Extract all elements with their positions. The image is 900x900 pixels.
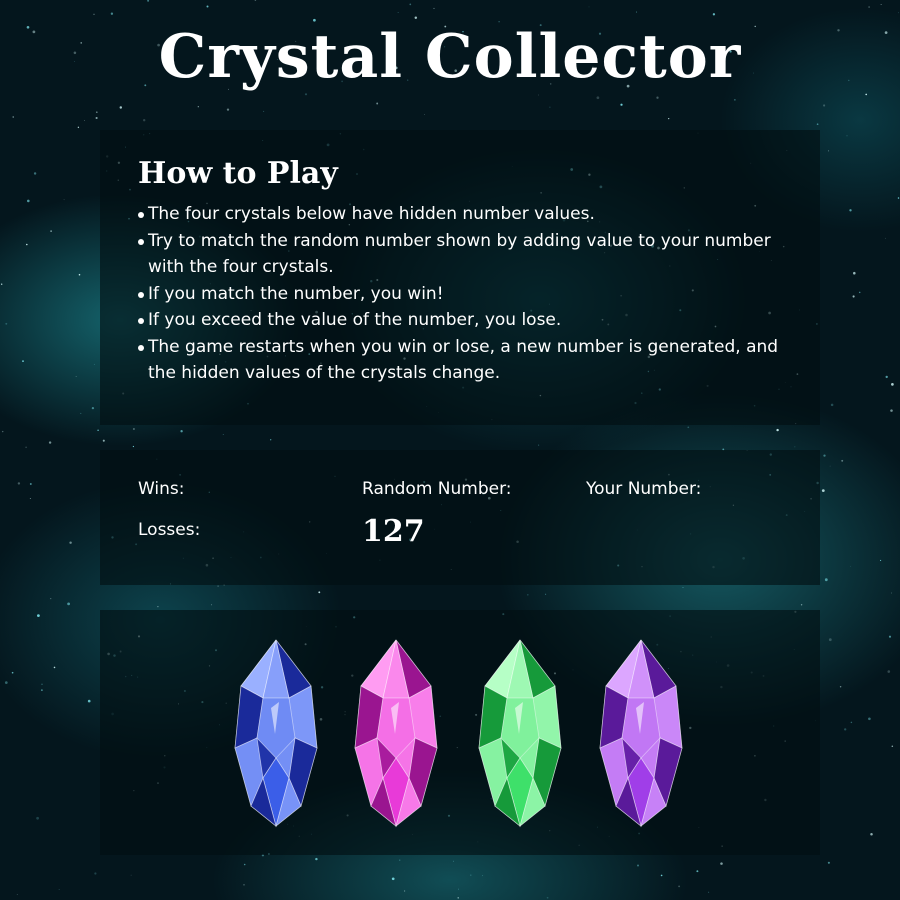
blue-crystal-button[interactable] (233, 638, 319, 828)
instructions-list: The four crystals below have hidden numb… (138, 201, 782, 387)
list-item: If you match the number, you win! (138, 281, 782, 308)
purple-crystal-button[interactable] (598, 638, 684, 828)
list-item: The game restarts when you win or lose, … (138, 334, 782, 387)
purple-crystal-icon (599, 639, 683, 828)
blue-crystal-icon (234, 639, 318, 828)
green-crystal-icon (478, 639, 562, 828)
your-number-label: Your Number: (586, 479, 702, 499)
page-title: Crystal Collector (158, 22, 742, 92)
bullet-icon (138, 238, 144, 245)
scoreboard-panel: Wins: Losses: Random Number: 127 Your Nu… (100, 450, 820, 585)
list-item: If you exceed the value of the number, y… (138, 307, 782, 334)
random-number-value: 127 (362, 514, 425, 549)
instructions-panel: How to Play The four crystals below have… (100, 130, 820, 425)
pink-crystal-button[interactable] (353, 638, 439, 828)
bullet-icon (138, 212, 144, 218)
green-crystal-button[interactable] (477, 638, 563, 828)
list-item: The four crystals below have hidden numb… (138, 201, 782, 228)
bullet-icon (138, 318, 144, 324)
instructions-heading: How to Play (138, 156, 338, 191)
list-item: Try to match the random number shown by … (138, 228, 782, 281)
crystals-panel (100, 610, 820, 855)
pink-crystal-icon (354, 639, 438, 828)
wins-label: Wins: (138, 479, 185, 499)
random-number-label: Random Number: (362, 479, 512, 499)
losses-label: Losses: (138, 520, 201, 540)
bullet-icon (138, 291, 144, 298)
bullet-icon (138, 344, 144, 351)
